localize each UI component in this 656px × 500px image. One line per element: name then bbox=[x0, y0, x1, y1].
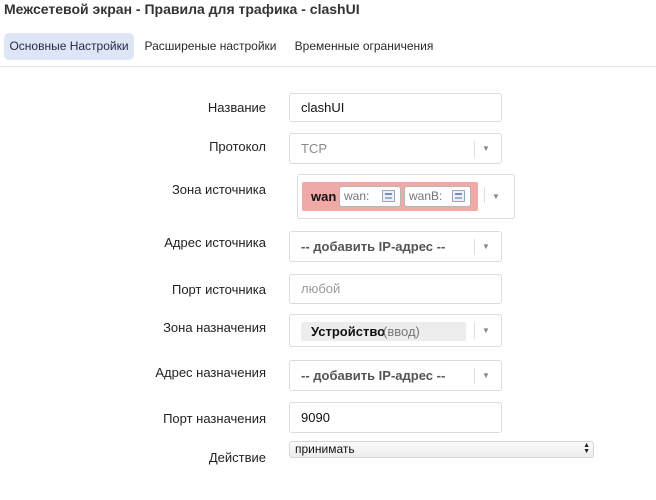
dest-address-select[interactable]: -- добавить IP-адрес -- ▼ bbox=[289, 360, 502, 391]
action-select[interactable]: принимать ▲ ▼ bbox=[289, 441, 594, 458]
protocol-label: Протокол bbox=[209, 139, 266, 154]
zone-badge-wan: wan wan: wanB: bbox=[302, 182, 478, 211]
tab-general-settings[interactable]: Основные Настройки bbox=[4, 33, 134, 60]
dest-zone-name: Устройство bbox=[311, 324, 386, 339]
tab-time-restrictions[interactable]: Временные ограничения bbox=[290, 33, 438, 60]
interface-chip-wan: wan: bbox=[339, 186, 401, 207]
chevron-down-icon: ▼ bbox=[482, 371, 490, 380]
source-port-placeholder: любой bbox=[301, 281, 341, 296]
name-value: clashUI bbox=[301, 100, 345, 115]
dest-port-value: 9090 bbox=[301, 410, 330, 425]
dest-address-value: -- добавить IP-адрес -- bbox=[301, 368, 446, 383]
dest-port-label: Порт назначения bbox=[163, 411, 266, 426]
dest-zone-chip: Устройство (ввод) bbox=[301, 322, 466, 341]
tab-bar: Основные Настройки Расширеные настройки … bbox=[0, 28, 656, 67]
action-value: принимать bbox=[295, 442, 355, 456]
chevron-down-icon: ▼ bbox=[482, 242, 490, 251]
source-address-label: Адрес источника bbox=[164, 235, 266, 250]
protocol-value: TCP bbox=[301, 141, 327, 156]
source-zone-separator bbox=[484, 187, 485, 203]
source-zone-label: Зона источника bbox=[171, 182, 266, 197]
firewall-rule-page: Межсетевой экран - Правила для трафика -… bbox=[0, 0, 656, 500]
dest-address-separator bbox=[474, 368, 475, 384]
protocol-separator bbox=[474, 141, 475, 157]
chevron-down-icon: ▼ bbox=[482, 144, 490, 153]
protocol-select[interactable]: TCP ▼ bbox=[289, 133, 502, 164]
source-port-label: Порт источника bbox=[171, 282, 266, 297]
source-port-input[interactable]: любой bbox=[289, 274, 502, 304]
interface-chip-wanb: wanB: bbox=[404, 186, 471, 207]
dest-address-label: Адрес назначения bbox=[155, 365, 266, 380]
source-address-value: -- добавить IP-адрес -- bbox=[301, 239, 446, 254]
source-address-select[interactable]: -- добавить IP-адрес -- ▼ bbox=[289, 231, 502, 262]
action-label: Действие bbox=[208, 450, 266, 465]
chevron-down-icon: ▼ bbox=[492, 192, 500, 201]
page-title: Межсетевой экран - Правила для трафика -… bbox=[4, 1, 360, 17]
network-interface-icon bbox=[452, 190, 465, 202]
dest-zone-suffix: (ввод) bbox=[383, 324, 420, 339]
dest-port-input[interactable]: 9090 bbox=[289, 402, 502, 433]
name-label: Название bbox=[207, 100, 266, 115]
interface-label: wanB: bbox=[409, 189, 443, 203]
source-zone-select[interactable]: wan wan: wanB: ▼ bbox=[297, 174, 515, 219]
dest-zone-select[interactable]: Устройство (ввод) ▼ bbox=[289, 314, 502, 347]
dest-zone-separator bbox=[474, 323, 475, 339]
zone-name: wan bbox=[311, 189, 337, 204]
name-input[interactable]: clashUI bbox=[289, 93, 502, 122]
source-address-separator bbox=[474, 239, 475, 255]
updown-arrows-icon: ▲ ▼ bbox=[583, 442, 590, 455]
chevron-down-icon: ▼ bbox=[482, 326, 490, 335]
dest-zone-label: Зона назначения bbox=[163, 320, 266, 335]
network-interface-icon bbox=[382, 190, 395, 202]
tab-advanced-settings[interactable]: Расширеные настройки bbox=[141, 33, 280, 60]
interface-label: wan: bbox=[344, 189, 370, 203]
